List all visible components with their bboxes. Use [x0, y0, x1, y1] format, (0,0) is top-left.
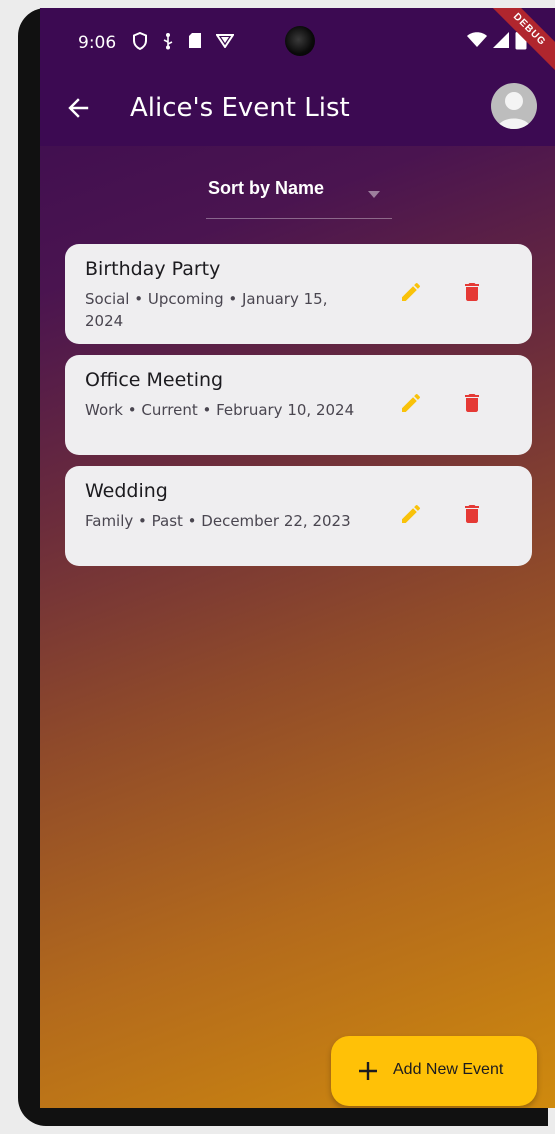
caret-down-icon: [368, 186, 380, 204]
delete-button[interactable]: [458, 502, 486, 530]
pencil-icon: [399, 502, 423, 531]
status-icons-left: [132, 31, 235, 53]
delete-button[interactable]: [458, 280, 486, 308]
status-bar: 9:06 DEBUG: [40, 8, 555, 80]
vpn-icon: [215, 32, 235, 53]
device-frame: 9:06 DEBUG Alice's Event List Sort by Na…: [0, 0, 555, 1134]
wifi-icon: [467, 32, 487, 53]
add-event-button[interactable]: Add New Event: [331, 1036, 537, 1106]
event-title: Birthday Party: [85, 258, 221, 280]
event-subtitle: Family • Past • December 22, 2023: [85, 512, 351, 530]
event-card[interactable]: Office Meeting Work • Current • February…: [65, 355, 532, 455]
edit-button[interactable]: [397, 280, 425, 308]
usb-icon: [162, 32, 174, 53]
app-screen: 9:06 DEBUG Alice's Event List Sort by Na…: [40, 8, 555, 1108]
event-card[interactable]: Birthday Party Social • Upcoming • Janua…: [65, 244, 532, 344]
edit-button[interactable]: [397, 502, 425, 530]
signal-icon: [493, 32, 509, 53]
trash-icon: [460, 280, 484, 309]
edit-button[interactable]: [397, 391, 425, 419]
pencil-icon: [399, 280, 423, 309]
shield-icon: [132, 31, 148, 53]
plus-icon: [357, 1060, 379, 1082]
arrow-left-icon: [67, 97, 89, 124]
app-bar: Alice's Event List: [40, 74, 555, 146]
event-subtitle: Social • Upcoming • January 15, 2024: [85, 290, 328, 330]
event-title: Wedding: [85, 480, 168, 502]
status-time: 9:06: [78, 33, 117, 53]
trash-icon: [460, 502, 484, 531]
delete-button[interactable]: [458, 391, 486, 419]
back-button[interactable]: [62, 94, 94, 126]
event-card[interactable]: Wedding Family • Past • December 22, 202…: [65, 466, 532, 566]
add-event-label: Add New Event: [393, 1061, 504, 1078]
sort-dropdown-label: Sort by Name: [208, 178, 325, 198]
pencil-icon: [399, 391, 423, 420]
event-subtitle: Work • Current • February 10, 2024: [85, 401, 355, 419]
avatar[interactable]: [491, 83, 537, 129]
trash-icon: [460, 391, 484, 420]
sd-card-icon: [188, 32, 202, 53]
event-title: Office Meeting: [85, 369, 224, 391]
camera-cutout: [285, 26, 315, 56]
sort-dropdown[interactable]: Sort by Name: [206, 176, 392, 219]
page-title: Alice's Event List: [130, 93, 350, 123]
person-icon: [491, 92, 537, 129]
